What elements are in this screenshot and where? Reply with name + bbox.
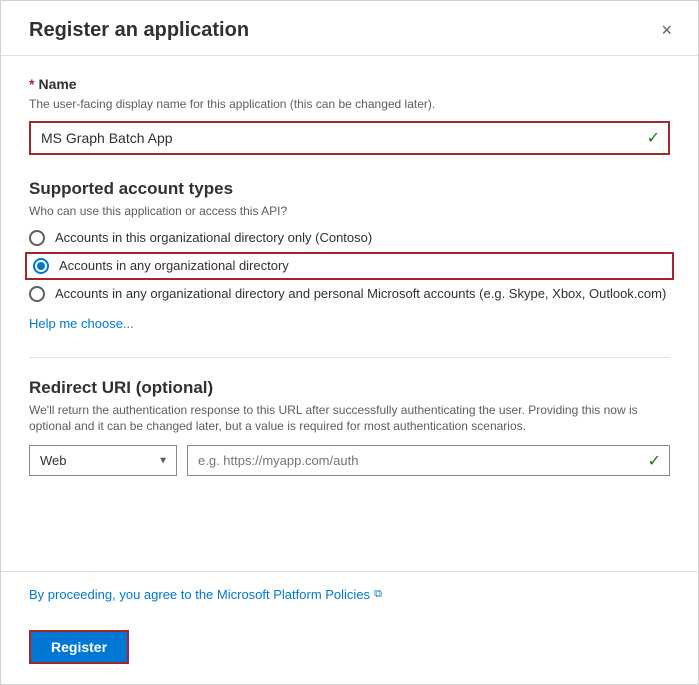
dialog-footer: By proceeding, you agree to the Microsof…: [1, 571, 698, 684]
redirect-type-select[interactable]: Web SPA Public client/native: [30, 446, 176, 475]
radio-option-1[interactable]: [29, 230, 45, 246]
policy-text: By proceeding, you agree to the Microsof…: [29, 587, 370, 602]
account-type-option-2[interactable]: Accounts in any organizational directory: [29, 256, 670, 276]
dialog-header: Register an application ×: [1, 1, 698, 56]
account-type-option-1[interactable]: Accounts in this organizational director…: [29, 230, 670, 246]
account-type-radio-group: Accounts in this organizational director…: [29, 230, 670, 302]
redirect-uri-section: Redirect URI (optional) We'll return the…: [29, 378, 670, 477]
close-button[interactable]: ×: [655, 17, 678, 43]
uri-check-icon: ✓: [648, 451, 661, 471]
radio-label-1: Accounts in this organizational director…: [55, 230, 372, 245]
redirect-uri-title: Redirect URI (optional): [29, 378, 670, 398]
account-types-section: Supported account types Who can use this…: [29, 179, 670, 333]
name-input-wrapper: ✓: [29, 121, 670, 155]
section-divider: [29, 357, 670, 358]
radio-label-2: Accounts in any organizational directory: [59, 258, 289, 273]
redirect-uri-row: Web SPA Public client/native ▼ ✓: [29, 445, 670, 476]
register-application-dialog: Register an application × *Name The user…: [0, 0, 699, 685]
external-link-icon: ⧉: [374, 588, 382, 601]
redirect-uri-description: We'll return the authentication response…: [29, 402, 670, 436]
account-type-option-3[interactable]: Accounts in any organizational directory…: [29, 286, 670, 302]
dialog-content: *Name The user-facing display name for t…: [1, 56, 698, 571]
name-input[interactable]: [31, 123, 668, 153]
help-me-choose-link[interactable]: Help me choose...: [29, 316, 134, 331]
radio-option-2[interactable]: [33, 258, 49, 274]
redirect-uri-input[interactable]: [188, 446, 669, 475]
account-types-description: Who can use this application or access t…: [29, 203, 670, 220]
redirect-uri-input-wrapper: ✓: [187, 445, 670, 476]
register-button[interactable]: Register: [29, 630, 129, 664]
required-star: *: [29, 76, 34, 92]
name-description: The user-facing display name for this ap…: [29, 96, 670, 113]
name-section: *Name The user-facing display name for t…: [29, 76, 670, 155]
radio-label-3: Accounts in any organizational directory…: [55, 286, 666, 301]
redirect-type-select-wrapper: Web SPA Public client/native ▼: [29, 445, 177, 476]
policy-link[interactable]: By proceeding, you agree to the Microsof…: [29, 587, 382, 602]
name-check-icon: ✓: [647, 128, 660, 148]
account-types-title: Supported account types: [29, 179, 670, 199]
name-label: *Name: [29, 76, 670, 92]
dialog-title: Register an application: [29, 19, 249, 42]
radio-option-3[interactable]: [29, 286, 45, 302]
